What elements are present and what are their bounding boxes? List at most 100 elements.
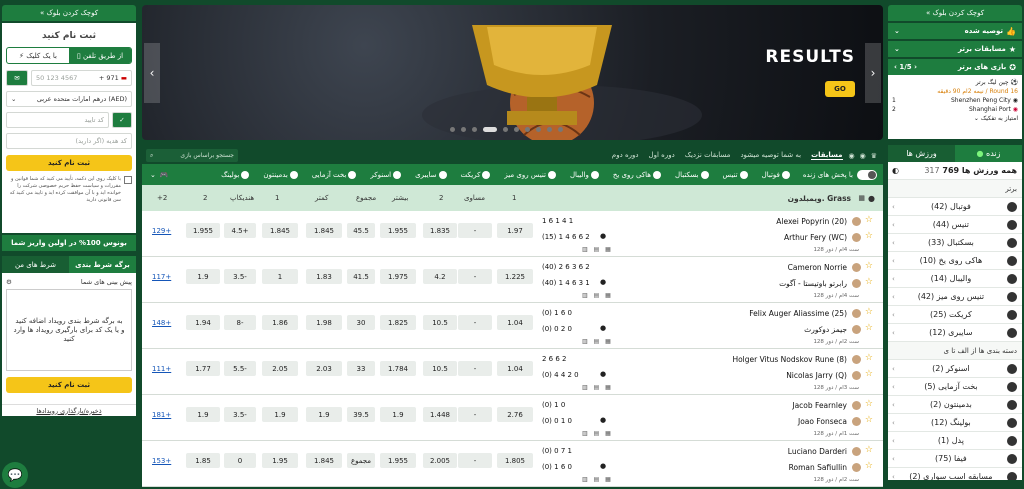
favorite-star-icon[interactable]: ☆ (865, 277, 873, 287)
odds-cell-more[interactable]: 1.825 (380, 315, 416, 330)
favorite-star-icon[interactable]: ☆ (865, 215, 873, 225)
odds-cell-ox[interactable]: - (458, 223, 492, 238)
odds-cell-hc[interactable]: 8- (224, 315, 256, 330)
table-row[interactable]: Jacob Fearnley Joao Fonseca ☆ ☆ (0) 1 0 (0) 0… (142, 395, 883, 441)
odds-cell-ox[interactable]: - (458, 453, 492, 468)
sport-nav-item[interactable]: بدمینتون (256, 170, 304, 179)
odds-cell-less[interactable]: 1.845 (306, 453, 342, 468)
favorite-star-icon[interactable]: ☆ (865, 231, 873, 241)
chevron-down-icon[interactable]: ⌄ (150, 171, 156, 179)
favorite-star-icon[interactable]: ☆ (865, 461, 873, 471)
phone-field[interactable]: 50 123 4567 + 971 ▬ (31, 70, 132, 86)
sport-nav-item[interactable]: سایبری (408, 170, 453, 179)
odds-cell-o2[interactable]: 10.5 (423, 315, 457, 330)
recommended-button[interactable]: ⌄ توصیه شده 👍 (888, 23, 1022, 39)
confirm-code-field[interactable]: کد تایید (6, 112, 109, 128)
odds-cell-tot[interactable]: 33 (347, 361, 375, 376)
banner-dot[interactable] (503, 127, 508, 132)
odds-cell-tot[interactable]: 45.5 (347, 223, 375, 238)
sidebar-item-sport[interactable]: ‹ بسکتبال (33) (888, 234, 1022, 252)
trophy-icon[interactable]: ♛ (871, 152, 877, 160)
banner-dot-active[interactable] (483, 127, 497, 132)
odds-cell-more[interactable]: 1.955 (380, 223, 416, 238)
odds-cell-ox[interactable]: - (458, 315, 492, 330)
sport-nav-item[interactable]: کریکت (454, 170, 498, 179)
odds-cell-o2[interactable]: 4.2 (423, 269, 457, 284)
sidebar-item-sport[interactable]: ‹ تنیس (44) (888, 216, 1022, 234)
odds-cell-o2[interactable]: 10.5 (423, 361, 457, 376)
nav-tab[interactable]: مسابقات نزدیک (685, 151, 731, 160)
odds-cell-h2[interactable]: 1.77 (186, 361, 220, 376)
chat-button[interactable]: 💬 (2, 462, 28, 488)
odds-cell-hc[interactable]: 0 (224, 453, 256, 468)
sport-nav-item[interactable]: بسکتبال (668, 170, 716, 179)
banner-dot[interactable] (450, 127, 455, 132)
tab-oneclick[interactable]: ⚡ با یک کلیک (7, 48, 69, 63)
toggle-switch[interactable] (857, 169, 877, 180)
odds-cell-hc[interactable]: 3.5- (224, 269, 256, 284)
table-row[interactable]: Luciano Darderi Roman Safiullin ☆ ☆ (0) 0 7 … (142, 441, 883, 487)
featured-match[interactable]: چین لیگ برتر ⚽ نیمه 2ام 90 دقیقه / Round… (888, 75, 1022, 139)
tab-betslip[interactable]: برگه شرط بندی (69, 256, 136, 273)
banner-dot[interactable] (558, 127, 563, 132)
odds-cell-less[interactable]: 1.845 (306, 223, 342, 238)
game-search-input[interactable]: ⌕ جستجو براساس بازی (146, 149, 238, 162)
odds-cell-more[interactable]: 1.975 (380, 269, 416, 284)
odds-cell-o1[interactable]: 1.225 (497, 269, 533, 284)
promo-banner[interactable]: ‹ › RESULTS GO (142, 5, 883, 140)
odds-cell-tot[interactable]: 39.5 (347, 407, 375, 422)
odds-cell-o1[interactable]: 1.04 (497, 315, 533, 330)
promo-code-field[interactable]: کد هدیه (اگر دارید) (6, 133, 132, 149)
sport-nav-item[interactable]: والیبال (563, 170, 606, 179)
favorite-star-icon[interactable]: ☆ (865, 261, 873, 271)
more-markets-link[interactable]: 111+ (152, 365, 171, 373)
sidebar-item-sport[interactable]: ‹ سایبری (12) (888, 324, 1022, 342)
table-row[interactable]: Alexei Popyrin (20) Arthur Fery (WC) ☆ ☆ 1 6… (142, 211, 883, 257)
odds-cell-o2[interactable]: 2.005 (423, 453, 457, 468)
favorite-star-icon[interactable]: ☆ (865, 323, 873, 333)
favorite-star-icon[interactable]: ☆ (865, 307, 873, 317)
sport-nav-item[interactable]: بخت آزمایی (305, 170, 364, 179)
more-markets-link[interactable]: 117+ (152, 273, 171, 281)
table-row[interactable]: Holger Vitus Nodskov Rune (8) Nicolas Jar… (142, 349, 883, 395)
soccer-ball-icon[interactable]: ◉ (849, 152, 855, 160)
banner-go-button[interactable]: GO (825, 81, 855, 97)
sidebar-item-sport[interactable]: ‹ هاکی روی یخ (10) (888, 252, 1022, 270)
email-toggle[interactable]: ✉ (6, 70, 28, 86)
top-competitions-button[interactable]: ⌄ مسابقات برتر ★ (888, 41, 1022, 57)
banner-dot[interactable] (472, 127, 477, 132)
sidebar-item-sport[interactable]: ‹ اسنوکر (2) (888, 360, 1022, 378)
odds-cell-h1[interactable]: 1.95 (262, 453, 298, 468)
odds-cell-h1[interactable]: 1.845 (262, 223, 298, 238)
odds-cell-hc[interactable]: 4.5+ (224, 223, 256, 238)
odds-cell-less[interactable]: 2.03 (306, 361, 342, 376)
sidebar-item-sport[interactable]: ‹ کریکت (25) (888, 306, 1022, 324)
collapse-left-button[interactable]: « کوچک کردن بلوک (2, 5, 136, 21)
odds-cell-more[interactable]: 1.784 (380, 361, 416, 376)
nav-tab[interactable]: دوره دوم (612, 151, 639, 160)
tab-sports[interactable]: ورزش ها (888, 145, 955, 162)
odds-cell-less[interactable]: 1.9 (306, 407, 342, 422)
odds-cell-more[interactable]: 1.9 (380, 407, 416, 422)
terms-checkbox[interactable] (124, 176, 132, 184)
odds-cell-h1[interactable]: 2.05 (262, 361, 298, 376)
nav-tab[interactable]: به شما توصیه میشود (740, 151, 801, 160)
sidebar-item-sport[interactable]: ‹ بولینگ (12) (888, 414, 1022, 432)
tab-phone[interactable]: ▯ از طریق تلفن (69, 48, 131, 63)
odds-cell-ox[interactable]: - (458, 269, 492, 284)
odds-cell-h2[interactable]: 1.94 (186, 315, 220, 330)
tab-mybets[interactable]: شرط های من (2, 256, 69, 273)
odds-cell-tot[interactable]: 41.5 (347, 269, 375, 284)
odds-cell-h2[interactable]: 1.9 (186, 269, 220, 284)
currency-select[interactable]: ⌄ درهم امارات متحده عربی (AED) (6, 91, 132, 107)
odds-cell-h1[interactable]: 1.9 (262, 407, 298, 422)
odds-cell-h1[interactable]: 1 (262, 269, 298, 284)
odds-cell-o1[interactable]: 1.805 (497, 453, 533, 468)
sport-nav-item[interactable]: تنیس (716, 170, 755, 179)
odds-cell-o1[interactable]: 1.04 (497, 361, 533, 376)
featured-extra[interactable]: امتیاز به تفکیک (981, 115, 1018, 122)
sport-nav-item[interactable]: تنیس روی میز (497, 170, 563, 179)
banner-dot[interactable] (536, 127, 541, 132)
odds-cell-o2[interactable]: 1.448 (423, 407, 457, 422)
register-button-2[interactable]: ثبت نام کنید (6, 377, 132, 393)
